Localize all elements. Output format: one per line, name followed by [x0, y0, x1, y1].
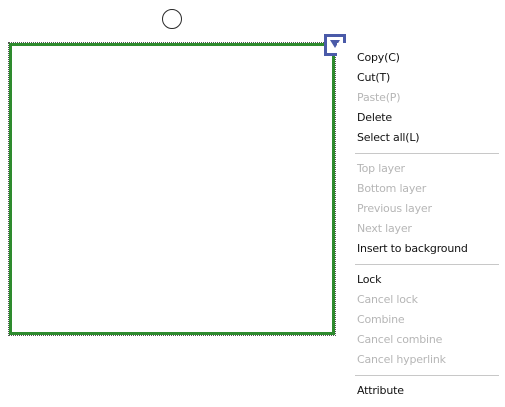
- menu-item-bottom-layer[interactable]: Bottom layer: [337, 179, 505, 199]
- menu-item-attribute[interactable]: Attribute: [337, 381, 505, 401]
- menu-item-top-layer[interactable]: Top layer: [337, 159, 505, 179]
- menu-separator: [337, 148, 505, 159]
- menu-item-cut[interactable]: Cut(T): [337, 68, 505, 88]
- menu-item-previous-layer[interactable]: Previous layer: [337, 199, 505, 219]
- menu-item-combine[interactable]: Combine: [337, 310, 505, 330]
- menu-item-next-layer[interactable]: Next layer: [337, 219, 505, 239]
- selected-rectangle-shape[interactable]: [8, 42, 336, 336]
- menu-item-lock[interactable]: Lock: [337, 270, 505, 290]
- context-menu: Copy(C) Cut(T) Paste(P) Delete Select al…: [337, 43, 505, 407]
- rotate-handle[interactable]: [162, 9, 182, 29]
- menu-item-select-all[interactable]: Select all(L): [337, 128, 505, 148]
- menu-item-cancel-lock[interactable]: Cancel lock: [337, 290, 505, 310]
- menu-item-copy[interactable]: Copy(C): [337, 48, 505, 68]
- menu-item-delete[interactable]: Delete: [337, 108, 505, 128]
- menu-item-cancel-combine[interactable]: Cancel combine: [337, 330, 505, 350]
- menu-item-insert-to-background[interactable]: Insert to background: [337, 239, 505, 259]
- menu-item-cancel-hyperlink[interactable]: Cancel hyperlink: [337, 350, 505, 370]
- menu-item-paste[interactable]: Paste(P): [337, 88, 505, 108]
- menu-separator: [337, 259, 505, 270]
- menu-separator: [337, 370, 505, 381]
